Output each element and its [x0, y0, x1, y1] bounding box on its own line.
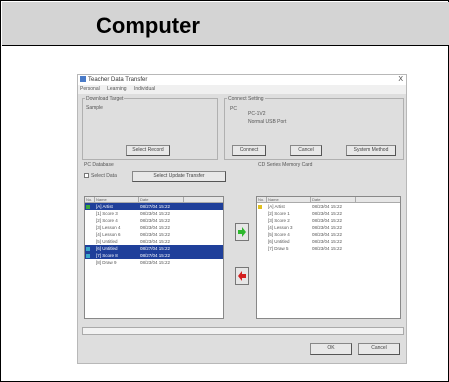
- column-name[interactable]: Name: [95, 197, 139, 202]
- column-name[interactable]: Name: [267, 197, 311, 202]
- file-icon: [86, 253, 90, 258]
- green-arrow-icon: [238, 227, 246, 237]
- row-name: [7] Score 8: [96, 253, 118, 258]
- list-item[interactable]: [6] Untitled 08/23/04 15:22: [257, 238, 400, 245]
- row-date: 08/27/04 15:22: [140, 253, 171, 258]
- cancel-button[interactable]: Cancel: [358, 343, 400, 355]
- dialog-title: Teacher Data Transfer: [88, 77, 148, 83]
- row-name: [5] Score 4: [268, 232, 290, 237]
- menu-item-learning[interactable]: Learning: [107, 86, 126, 92]
- connect-button[interactable]: Connect: [232, 145, 266, 156]
- list-item[interactable]: [1] Score 3 08/23/04 15:22: [85, 210, 223, 217]
- file-icon: [86, 204, 90, 209]
- page-title: Computer: [96, 13, 200, 38]
- row-date: 08/27/04 15:22: [140, 204, 171, 209]
- row-date: 08/23/04 15:22: [140, 260, 171, 265]
- row-name: [1] Score 3: [96, 211, 118, 216]
- list-item[interactable]: [5] Untitled 08/23/04 15:22: [85, 238, 223, 245]
- menu-item-individual[interactable]: Individual: [134, 86, 155, 92]
- memory-card-list[interactable]: No. Name Date [A] Artist 08/23/04 15:22 […: [256, 196, 401, 319]
- connect-setting-label: Connect Setting: [227, 96, 265, 102]
- select-data-checkbox[interactable]: Select Data: [84, 173, 117, 179]
- dialog-titlebar: Teacher Data Transfer: [78, 75, 406, 85]
- row-name: [A] Artist: [268, 204, 285, 209]
- app-icon: [80, 76, 86, 83]
- row-date: 08/23/04 15:22: [312, 232, 343, 237]
- transfer-dialog: Teacher Data Transfer X Personal Learnin…: [77, 74, 407, 364]
- red-arrow-icon: [238, 271, 246, 281]
- row-name: [8] Draw 9: [96, 260, 117, 265]
- row-name: [4] Lesson 6: [96, 232, 121, 237]
- download-target-value: Sample: [86, 105, 103, 111]
- connect-line-1: PC: [230, 106, 237, 112]
- row-name: [2] Score 4: [96, 218, 118, 223]
- memory-card-label: CD Series Memory Card: [258, 162, 313, 168]
- select-record-button[interactable]: Select Record: [126, 145, 170, 156]
- progress-bar: [82, 327, 404, 335]
- system-method-button[interactable]: System Method: [346, 145, 396, 156]
- list-item[interactable]: [4] Lesson 6 08/23/04 15:22: [85, 231, 223, 238]
- transfer-right-button[interactable]: [235, 223, 249, 241]
- list-item[interactable]: [A] Artist 08/27/04 15:22: [85, 203, 223, 210]
- row-name: [4] Lesson 3: [268, 225, 293, 230]
- row-name: [3] Lesson 4: [96, 225, 121, 230]
- list-item[interactable]: [5] Score 4 08/23/04 15:22: [257, 231, 400, 238]
- row-name: [A] Artist: [96, 204, 113, 209]
- row-date: 08/23/04 15:22: [312, 246, 343, 251]
- list-item[interactable]: [2] Score 1 08/23/04 15:22: [257, 210, 400, 217]
- list-item[interactable]: [A] Artist 08/23/04 15:22: [257, 203, 400, 210]
- column-date[interactable]: Date: [139, 197, 184, 202]
- list-item[interactable]: [7] Score 8 08/27/04 15:22: [85, 252, 223, 259]
- download-target-label: Download Target: [85, 96, 125, 102]
- row-date: 08/23/04 15:22: [312, 225, 343, 230]
- close-icon[interactable]: X: [398, 76, 403, 83]
- list-item[interactable]: [3] Lesson 4 08/23/04 15:22: [85, 224, 223, 231]
- list-item[interactable]: [3] Score 2 08/23/04 15:22: [257, 217, 400, 224]
- figure-frame: Computer Teacher Data Transfer X Persona…: [0, 0, 449, 382]
- cancel-connect-button[interactable]: Cancel: [290, 145, 322, 156]
- row-name: [7] Draw 5: [268, 246, 289, 251]
- file-icon: [86, 246, 90, 251]
- list-item[interactable]: [7] Draw 5 08/23/04 15:22: [257, 245, 400, 252]
- row-date: 08/23/04 15:22: [312, 211, 343, 216]
- column-no[interactable]: No.: [85, 197, 95, 202]
- connect-line-2: PC-1V2: [248, 111, 266, 117]
- select-update-transfer-button[interactable]: Select Update Transfer: [132, 171, 226, 182]
- row-name: [3] Score 2: [268, 218, 290, 223]
- column-no[interactable]: No.: [257, 197, 267, 202]
- row-date: 08/23/04 15:22: [140, 218, 171, 223]
- row-name: [6] Untitled: [96, 246, 118, 251]
- row-date: 08/23/04 15:22: [312, 239, 343, 244]
- checkbox-box[interactable]: [84, 173, 89, 179]
- row-name: [2] Score 1: [268, 211, 290, 216]
- pc-data-list[interactable]: No. Name Date [A] Artist 08/27/04 15:22 […: [84, 196, 224, 319]
- row-date: 08/23/04 15:22: [140, 239, 171, 244]
- pc-database-label: PC Database: [84, 162, 114, 168]
- ok-button[interactable]: OK: [310, 343, 352, 355]
- header-bar: Computer: [2, 2, 449, 46]
- row-date: 08/23/04 15:22: [140, 225, 171, 230]
- list-item[interactable]: [2] Score 4 08/23/04 15:22: [85, 217, 223, 224]
- row-date: 08/23/04 15:22: [312, 218, 343, 223]
- row-date: 08/27/04 15:22: [140, 246, 171, 251]
- connect-line-3: Normal USB Port: [248, 119, 287, 125]
- row-name: [6] Untitled: [268, 239, 290, 244]
- list-item[interactable]: [6] Untitled 08/27/04 15:22: [85, 245, 223, 252]
- row-date: 08/23/04 15:22: [140, 211, 171, 216]
- transfer-left-button[interactable]: [235, 267, 249, 285]
- list-item[interactable]: [8] Draw 9 08/23/04 15:22: [85, 259, 223, 266]
- row-name: [5] Untitled: [96, 239, 118, 244]
- file-icon: [258, 204, 262, 209]
- menu-bar: Personal Learning Individual: [78, 85, 406, 94]
- list-item[interactable]: [4] Lesson 3 08/23/04 15:22: [257, 224, 400, 231]
- row-date: 08/23/04 15:22: [140, 232, 171, 237]
- row-date: 08/23/04 15:22: [312, 204, 343, 209]
- select-data-label: Select Data: [91, 173, 117, 179]
- menu-item-personal[interactable]: Personal: [80, 86, 100, 92]
- column-date[interactable]: Date: [311, 197, 356, 202]
